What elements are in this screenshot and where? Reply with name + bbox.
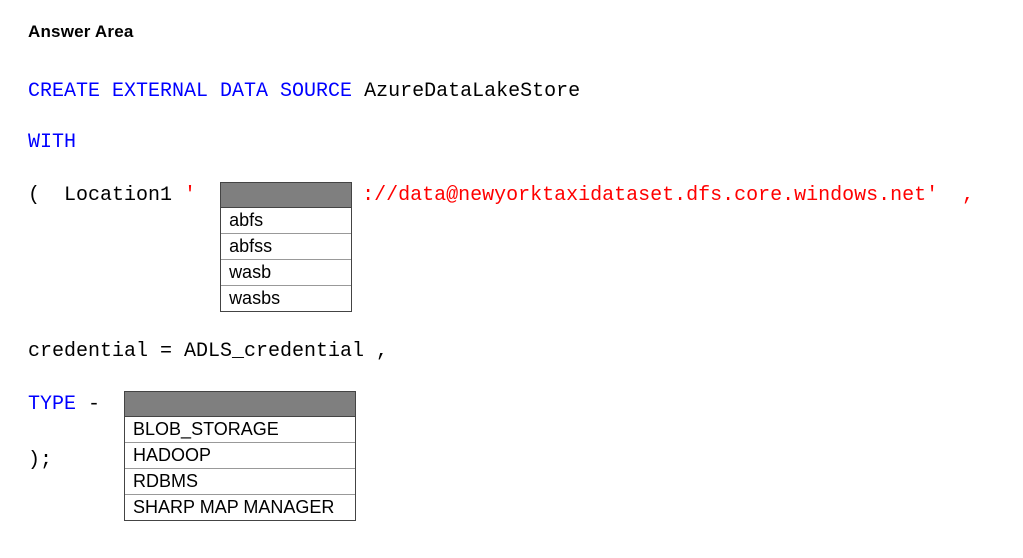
section-title: Answer Area [28,22,995,42]
credential-text: credential = ADLS_credential , [28,340,388,363]
dropdown-option[interactable]: BLOB_STORAGE [125,417,355,442]
dropdown-head[interactable] [124,391,356,417]
dropdown-options-list: abfs abfss wasb wasbs [220,208,352,312]
dash: - [88,393,124,416]
dropdown-option[interactable]: abfs [221,208,351,233]
location-row: ( Location1 ' abfs abfss wasb wasbs ://d… [28,182,995,312]
url-suffix: ://data@newyorktaxidataset.dfs.core.wind… [362,184,974,207]
data-source-name: AzureDataLakeStore [352,80,580,103]
credential-row: credential = ADLS_credential , [28,340,995,363]
dropdown-option[interactable]: wasb [221,259,351,285]
create-keyword: CREATE EXTERNAL DATA SOURCE [28,80,352,103]
protocol-dropdown[interactable]: abfs abfss wasb wasbs [220,182,352,312]
location-label: Location1 [64,184,184,207]
type-dropdown[interactable]: BLOB_STORAGE HADOOP RDBMS SHARP MAP MANA… [124,391,356,521]
dropdown-option[interactable]: abfss [221,233,351,259]
close-paren: ); [28,449,52,472]
open-quote: ' [184,184,220,207]
open-paren: ( [28,184,64,207]
dropdown-option[interactable]: RDBMS [125,468,355,494]
type-keyword: TYPE [28,393,88,416]
dropdown-option[interactable]: SHARP MAP MANAGER [125,494,355,520]
with-row: WITH [28,131,995,154]
dropdown-option[interactable]: wasbs [221,285,351,311]
dropdown-head[interactable] [220,182,352,208]
dropdown-options-list: BLOB_STORAGE HADOOP RDBMS SHARP MAP MANA… [124,417,356,521]
dropdown-option[interactable]: HADOOP [125,442,355,468]
with-keyword: WITH [28,131,76,154]
create-statement-row: CREATE EXTERNAL DATA SOURCE AzureDataLak… [28,80,995,103]
